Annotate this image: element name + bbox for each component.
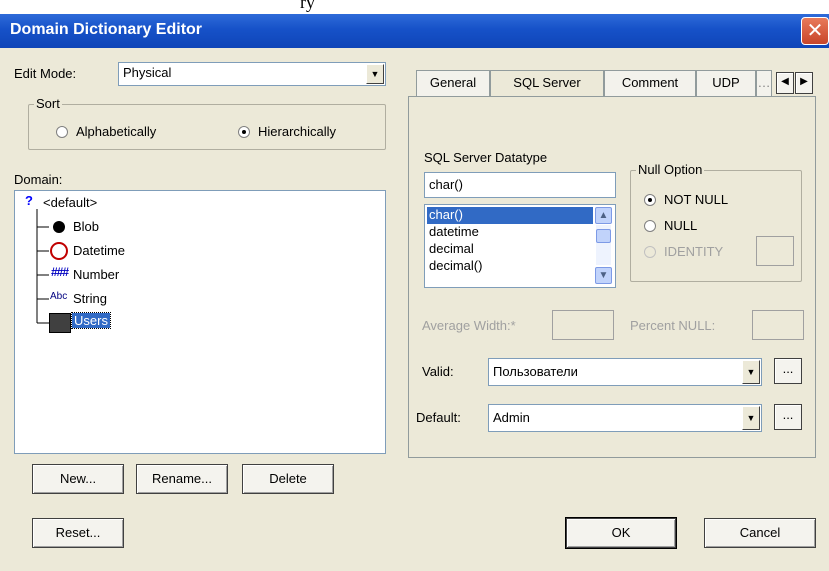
valid-select[interactable]: Пользователи ▼: [488, 358, 762, 386]
tab-udp[interactable]: UDP: [696, 70, 756, 96]
chevron-up-icon: ▲: [598, 210, 609, 221]
datatype-label: SQL Server Datatype: [424, 150, 548, 165]
null-label[interactable]: NULL: [664, 218, 697, 233]
domain-item-datetime[interactable]: Datetime: [73, 243, 125, 258]
null-option-title: Null Option: [636, 162, 705, 177]
datatype-input[interactable]: char(): [424, 172, 616, 198]
default-value: Admin: [493, 410, 530, 425]
valid-label: Valid:: [422, 364, 454, 379]
percent-null-label: Percent NULL:: [630, 318, 716, 333]
domain-item-users[interactable]: Users: [71, 312, 111, 329]
edit-mode-value: Physical: [123, 65, 172, 80]
sort-hierarchically-radio[interactable]: [238, 126, 250, 138]
datatype-list[interactable]: char() datetime decimal decimal() ▲ ▼: [424, 204, 616, 288]
blob-icon: [53, 221, 65, 233]
average-width-label: Average Width:*: [422, 318, 516, 333]
domain-item-string[interactable]: String: [73, 291, 107, 306]
datatype-option[interactable]: decimal: [429, 241, 474, 256]
sort-hierarchically-label[interactable]: Hierarchically: [258, 124, 336, 139]
chevron-right-icon: ▶: [800, 76, 808, 87]
identity-label: IDENTITY: [664, 244, 724, 259]
datatype-option[interactable]: datetime: [429, 224, 479, 239]
chevron-down-icon[interactable]: ▼: [366, 64, 384, 84]
valid-value: Пользователи: [493, 364, 578, 379]
new-button[interactable]: New...: [32, 464, 124, 494]
users-icon: [49, 313, 71, 333]
chevron-left-icon: ◀: [781, 76, 789, 87]
close-icon: ✕: [806, 20, 824, 42]
dialog-window: Domain Dictionary Editor ✕ Edit Mode: Ph…: [0, 14, 829, 571]
scroll-down-button[interactable]: ▼: [595, 267, 612, 284]
datatype-option[interactable]: decimal(): [429, 258, 482, 273]
identity-input: [756, 236, 794, 266]
tab-comment[interactable]: Comment: [604, 70, 696, 96]
cancel-button[interactable]: Cancel: [704, 518, 816, 548]
background-text: ry: [300, 0, 315, 12]
identity-radio: [644, 246, 656, 258]
ok-button[interactable]: OK: [565, 517, 677, 549]
null-radio[interactable]: [644, 220, 656, 232]
clock-icon: [50, 242, 68, 260]
edit-mode-label: Edit Mode:: [14, 66, 77, 81]
default-select[interactable]: Admin ▼: [488, 404, 762, 432]
domain-tree[interactable]: ? <default> Blob Datetime ### Number Abc…: [14, 190, 386, 454]
title-bar[interactable]: Domain Dictionary Editor ✕: [0, 14, 829, 48]
tab-scroll-right-button[interactable]: ▶: [795, 72, 813, 94]
domain-item-blob[interactable]: Blob: [73, 219, 99, 234]
percent-null-input: [752, 310, 804, 340]
domain-item-number[interactable]: Number: [73, 267, 119, 282]
rename-button[interactable]: Rename...: [136, 464, 228, 494]
domain-label: Domain:: [14, 172, 63, 187]
chevron-down-icon[interactable]: ▼: [742, 360, 760, 384]
sort-alphabetically-label[interactable]: Alphabetically: [76, 124, 156, 139]
default-domain-icon: ?: [25, 193, 33, 208]
tab-general[interactable]: General: [416, 70, 490, 96]
chevron-down-icon[interactable]: ▼: [742, 406, 760, 430]
string-icon: Abc: [50, 291, 68, 302]
domain-root[interactable]: <default>: [43, 195, 97, 210]
not-null-label[interactable]: NOT NULL: [664, 192, 728, 207]
window-title: Domain Dictionary Editor: [10, 21, 203, 38]
default-more-button[interactable]: ...: [774, 404, 802, 430]
average-width-input: [552, 310, 614, 340]
tab-scroll-left-button[interactable]: ◀: [776, 72, 794, 94]
datatype-option-selected[interactable]: char(): [427, 207, 593, 224]
tab-more[interactable]: …: [756, 70, 772, 96]
sort-alphabetically-radio[interactable]: [56, 126, 68, 138]
datatype-value: char(): [429, 177, 463, 192]
scroll-thumb[interactable]: [596, 229, 611, 243]
tab-sql-server[interactable]: SQL Server: [490, 70, 604, 98]
not-null-radio[interactable]: [644, 194, 656, 206]
valid-more-button[interactable]: ...: [774, 358, 802, 384]
scroll-up-button[interactable]: ▲: [595, 207, 612, 224]
chevron-down-icon: ▼: [598, 270, 609, 281]
delete-button[interactable]: Delete: [242, 464, 334, 494]
background-text-strip: ry: [0, 0, 829, 14]
number-icon: ###: [51, 265, 69, 279]
sort-group-title: Sort: [34, 96, 62, 111]
edit-mode-select[interactable]: Physical ▼: [118, 62, 386, 86]
default-label: Default:: [416, 410, 461, 425]
close-button[interactable]: ✕: [801, 17, 829, 45]
reset-button[interactable]: Reset...: [32, 518, 124, 548]
